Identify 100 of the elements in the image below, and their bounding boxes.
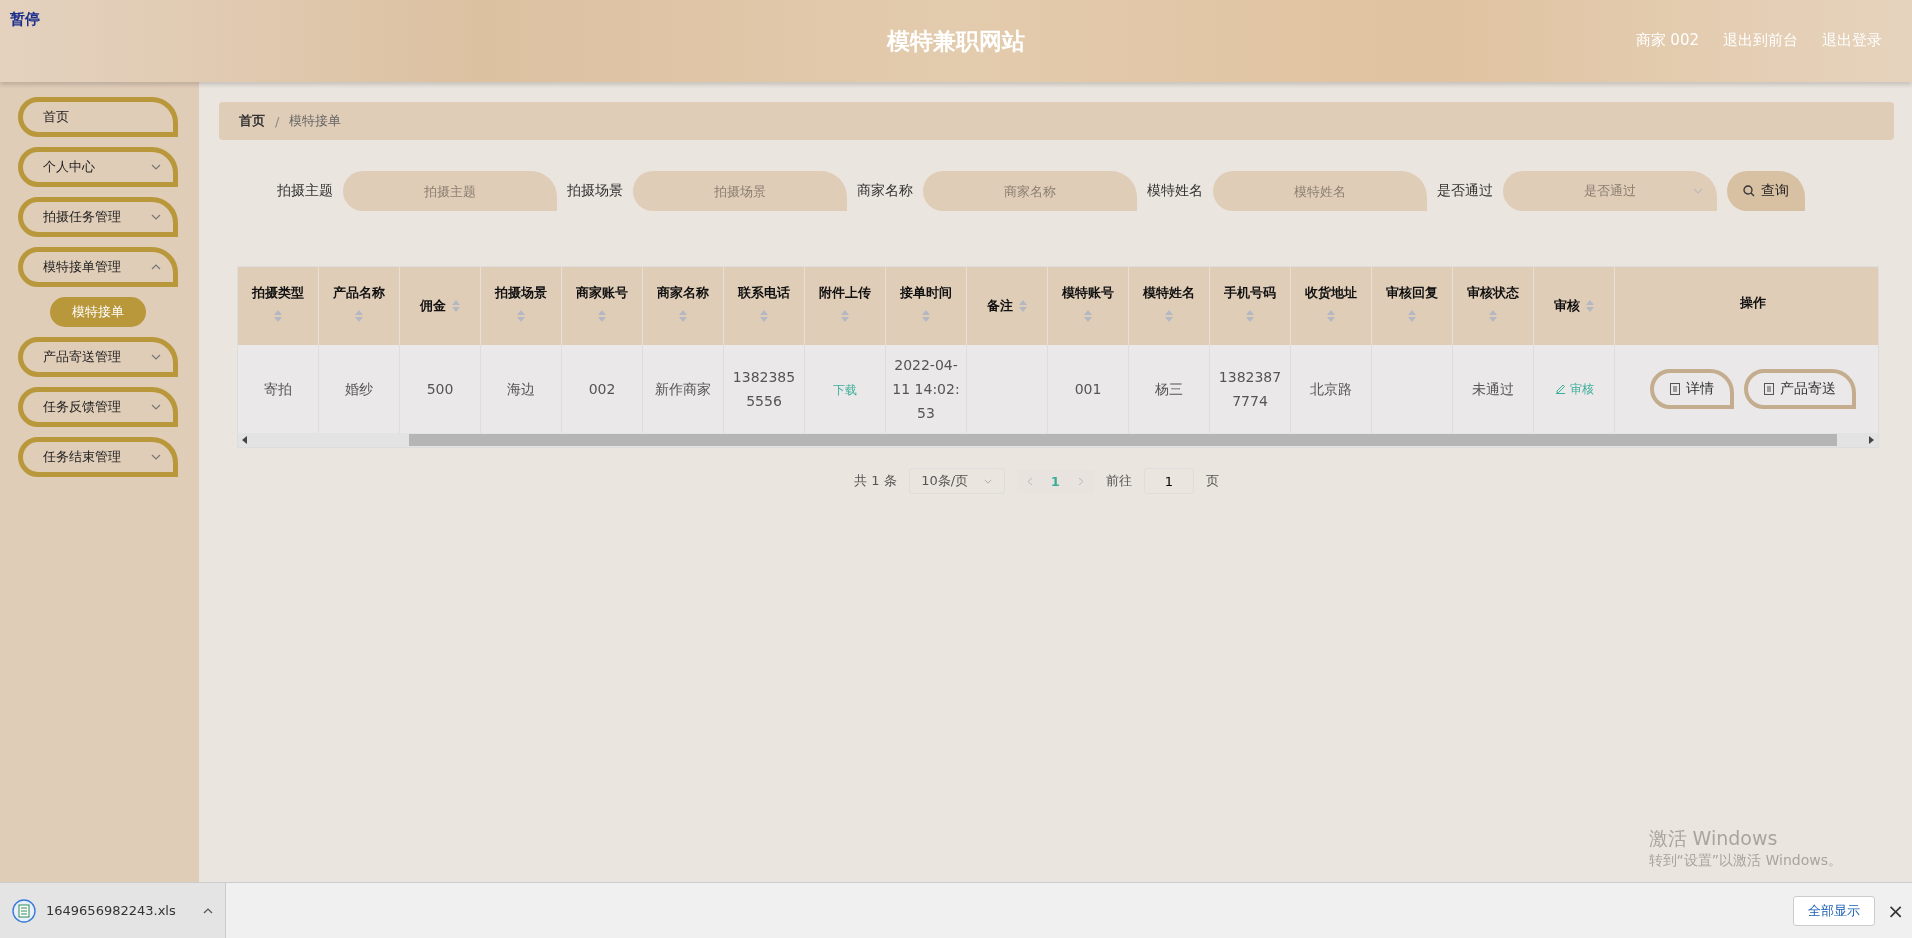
table-cell: 未通过 (1472, 381, 1514, 397)
table-cell: 婚纱 (345, 381, 373, 397)
table-cell: 002 (588, 381, 616, 397)
column-header[interactable]: 审核状态 (1452, 267, 1534, 345)
field-label: 拍摄主题 (277, 182, 333, 200)
breadcrumb-separator: / (275, 113, 280, 129)
column-header[interactable]: 佣金 (399, 267, 481, 345)
column-header[interactable]: 商家名称 (642, 267, 724, 345)
column-header[interactable]: 审核 (1533, 267, 1615, 345)
goto-label: 前往 (1105, 472, 1132, 490)
show-all-button[interactable]: 全部显示 (1793, 895, 1876, 926)
sort-icon[interactable] (1165, 310, 1173, 322)
document-icon (1669, 383, 1680, 395)
table-cell: 海边 (507, 381, 535, 397)
user-label: 商家 002 (1635, 31, 1699, 50)
table-cell: 寄拍 (264, 381, 292, 397)
sort-icon[interactable] (1408, 310, 1416, 322)
download-item[interactable]: 1649656982243.xls (0, 883, 226, 938)
breadcrumb-item: 模特接单 (289, 112, 342, 130)
search-button[interactable]: 查询 (1727, 171, 1805, 211)
sort-icon[interactable] (274, 310, 282, 322)
table-cell: 2022-04-11 14:02:53 (892, 357, 960, 421)
field-label: 是否通过 (1437, 182, 1493, 200)
column-header[interactable]: 商家账号 (561, 267, 643, 345)
search-field[interactable]: 模特姓名 (1213, 171, 1427, 211)
pause-label: 暂停 (10, 10, 40, 29)
field-label: 商家名称 (857, 182, 913, 200)
page-size-select[interactable]: 10条/页 (908, 468, 1005, 494)
column-header[interactable]: 产品名称 (318, 267, 400, 345)
column-header[interactable]: 拍摄场景 (480, 267, 562, 345)
scroll-left-icon[interactable] (242, 436, 248, 444)
menu-item[interactable]: 个人中心 (18, 147, 178, 187)
column-header[interactable]: 收货地址 (1290, 267, 1372, 345)
menu-item[interactable]: 拍摄任务管理 (18, 197, 178, 237)
search-field[interactable]: 拍摄主题 (343, 171, 557, 211)
menu-item[interactable]: 首页 (18, 97, 178, 137)
sort-icon[interactable] (517, 310, 525, 322)
sort-icon[interactable] (841, 310, 849, 322)
chevron-icon (984, 478, 993, 484)
column-header[interactable]: 操作 (1614, 267, 1878, 345)
sort-icon[interactable] (355, 310, 363, 322)
column-header[interactable]: 备注 (966, 267, 1048, 345)
spreadsheet-file-icon (12, 898, 36, 923)
document-icon (1763, 383, 1774, 395)
scroll-right-icon[interactable] (1868, 436, 1874, 444)
sort-icon[interactable] (679, 310, 687, 322)
column-header[interactable]: 附件上传 (804, 267, 886, 345)
sort-icon[interactable] (1586, 300, 1594, 312)
page-input[interactable]: 1 (1143, 468, 1194, 494)
chevron-icon (151, 264, 161, 270)
sort-icon[interactable] (1084, 310, 1092, 322)
chevron-icon (151, 214, 161, 220)
sort-icon[interactable] (598, 310, 606, 322)
column-header[interactable]: 审核回复 (1371, 267, 1453, 345)
column-header[interactable]: 联系电话 (723, 267, 805, 345)
table-cell: 新作商家 (655, 381, 711, 397)
search-icon (1743, 185, 1755, 197)
breadcrumb-item[interactable]: 首页 (239, 112, 265, 130)
search-field[interactable]: 拍摄场景 (633, 171, 847, 211)
field-label: 模特姓名 (1147, 182, 1203, 200)
prev-page-icon[interactable] (1026, 476, 1033, 486)
sort-icon[interactable] (1489, 310, 1497, 322)
sort-icon[interactable] (1246, 310, 1254, 322)
activation-text: 转到“设置”以激活 Windows。 (1648, 852, 1842, 870)
edit-icon (1554, 383, 1566, 395)
menu-item[interactable]: 模特接单管理 (18, 247, 178, 287)
action-button[interactable]: 产品寄送 (1743, 369, 1856, 409)
chevron-icon (151, 164, 161, 170)
column-header[interactable]: 手机号码 (1209, 267, 1291, 345)
activation-title: 激活 Windows (1648, 826, 1779, 851)
action-button[interactable]: 详情 (1649, 369, 1734, 409)
page-suffix: 页 (1205, 472, 1219, 490)
table-cell: 北京路 (1310, 381, 1352, 397)
sort-icon[interactable] (452, 300, 460, 312)
close-button[interactable]: × (1887, 898, 1904, 923)
chevron-icon (1693, 188, 1703, 194)
chevron-icon (151, 354, 161, 360)
search-field[interactable]: 商家名称 (923, 171, 1137, 211)
horizontal-scrollbar[interactable] (238, 433, 1878, 447)
table-cell: 杨三 (1155, 381, 1183, 397)
column-header[interactable]: 模特账号 (1047, 267, 1129, 345)
sort-icon[interactable] (760, 310, 768, 322)
chevron-icon[interactable] (203, 907, 213, 914)
menu-item[interactable]: 任务结束管理 (18, 437, 178, 477)
column-header[interactable]: 模特姓名 (1128, 267, 1210, 345)
table-cell: 500 (426, 381, 454, 397)
column-header[interactable]: 拍摄类型 (238, 267, 319, 345)
menu-item[interactable]: 产品寄送管理 (18, 337, 178, 377)
table-cell: 13823877774 (1218, 369, 1282, 409)
sort-icon[interactable] (922, 310, 930, 322)
field-label: 拍摄场景 (567, 182, 623, 200)
sort-icon[interactable] (1327, 310, 1335, 322)
table-cell: 001 (1074, 381, 1102, 397)
menu-item[interactable]: 任务反馈管理 (18, 387, 178, 427)
sort-icon[interactable] (1019, 300, 1027, 312)
site-title: 模特兼职网站 (887, 26, 1025, 56)
next-page-icon[interactable] (1077, 476, 1084, 486)
column-header[interactable]: 接单时间 (885, 267, 967, 345)
total-count: 共 1 条 (854, 472, 897, 490)
chevron-icon (151, 454, 161, 460)
